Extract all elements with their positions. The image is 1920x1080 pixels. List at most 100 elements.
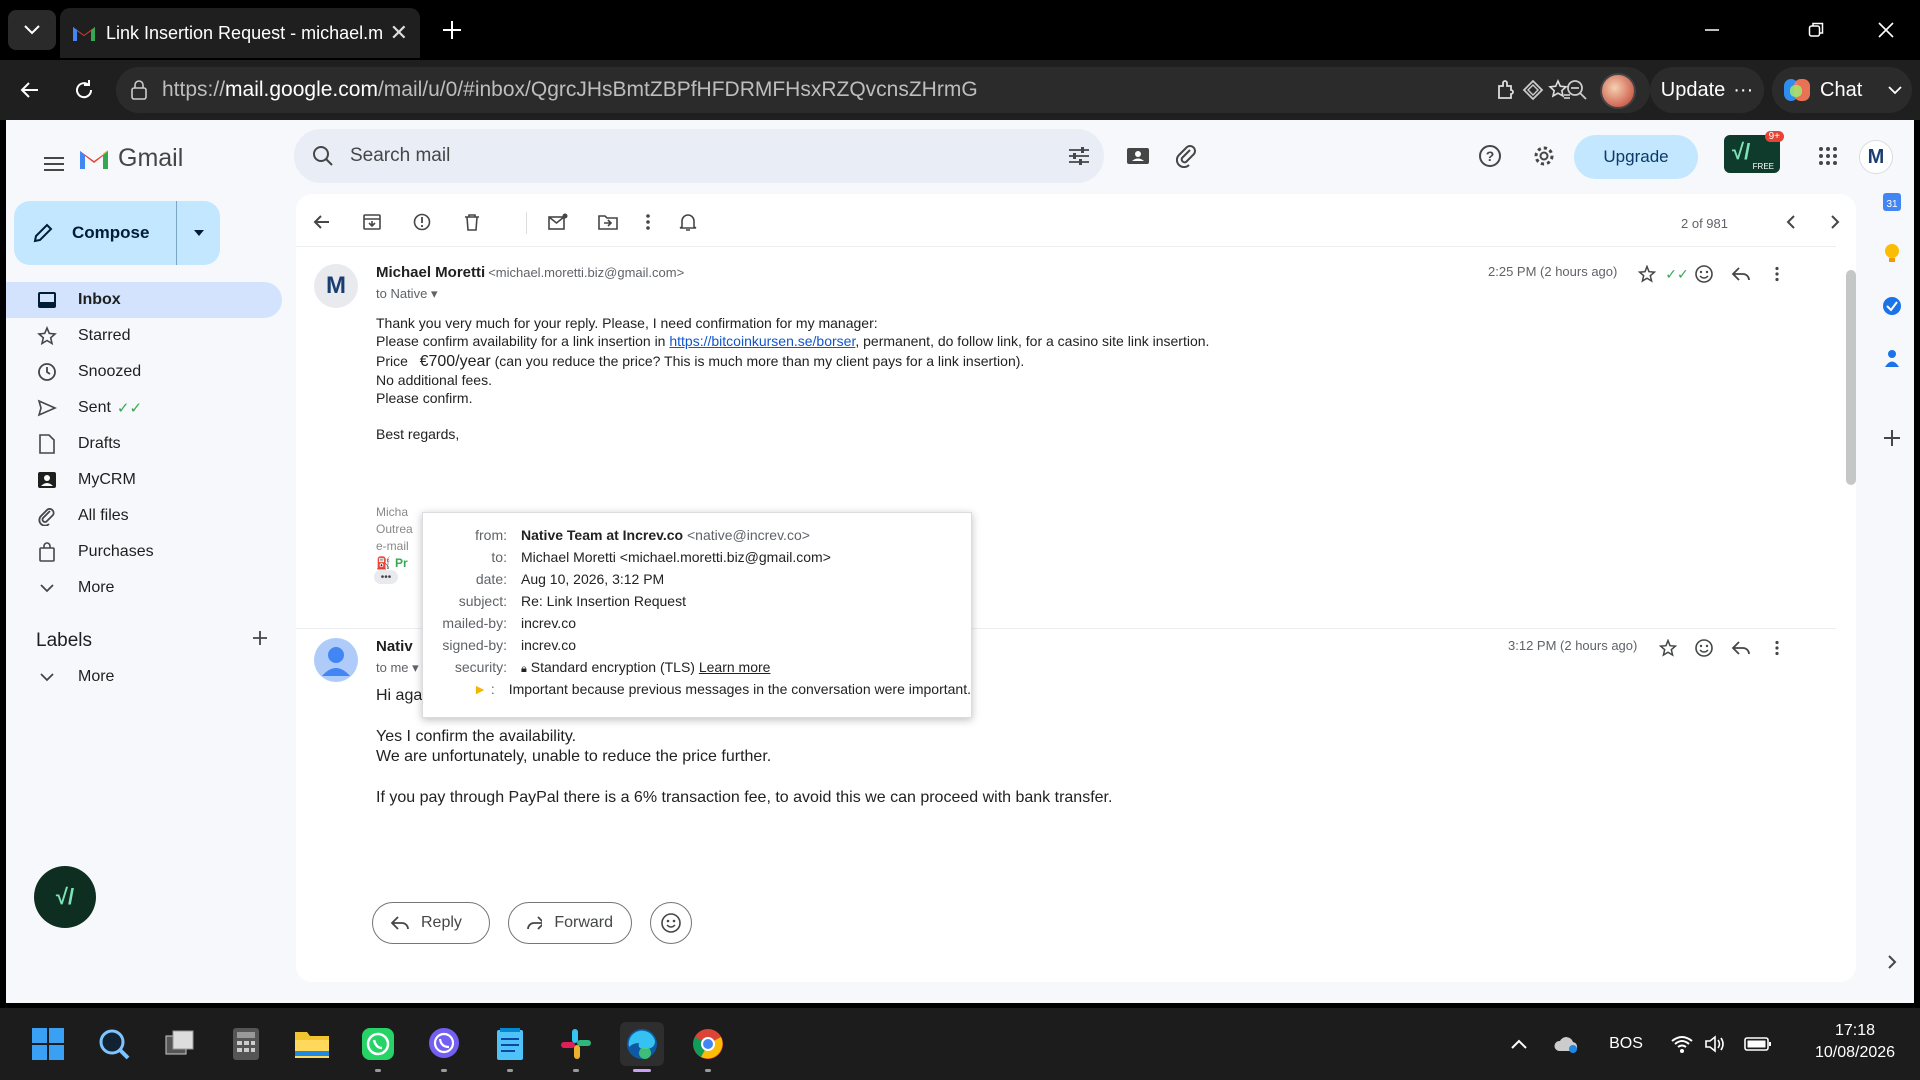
account-avatar[interactable]: M: [1859, 140, 1893, 174]
system-clock[interactable]: 17:18 10/08/2026: [1800, 1020, 1910, 1064]
caret-down-icon[interactable]: ▾: [431, 286, 438, 301]
battery-icon[interactable]: [1740, 1028, 1776, 1060]
sidebar-item-purchases[interactable]: Purchases: [6, 534, 282, 570]
close-window-button[interactable]: [1866, 12, 1906, 48]
more-options-button[interactable]: [634, 208, 662, 236]
extensions-button[interactable]: [1488, 72, 1524, 108]
get-addons-button[interactable]: [1872, 418, 1912, 458]
apps-button[interactable]: [1812, 140, 1844, 172]
emoji-react-icon[interactable]: [1692, 636, 1716, 660]
move-to-button[interactable]: [594, 208, 622, 236]
help-button[interactable]: ?: [1474, 140, 1506, 172]
chrome-app[interactable]: [686, 1022, 730, 1072]
reply-icon[interactable]: [1729, 262, 1753, 286]
contact-card-button[interactable]: [1122, 140, 1154, 172]
wifi-icon[interactable]: [1664, 1028, 1700, 1060]
show-hidden-icons-button[interactable]: [1504, 1028, 1534, 1060]
notepad-app[interactable]: [488, 1022, 532, 1072]
archive-button[interactable]: [358, 208, 386, 236]
url-field[interactable]: https://mail.google.com/mail/u/0/#inbox/…: [116, 67, 1650, 113]
tab-list-button[interactable]: [8, 10, 56, 50]
delete-button[interactable]: [458, 208, 486, 236]
notifications-button[interactable]: [674, 208, 702, 236]
onedrive-tray[interactable]: [1550, 1028, 1584, 1060]
gmail-logo[interactable]: Gmail: [78, 144, 183, 173]
learn-more-link[interactable]: Learn more: [699, 659, 771, 675]
keep-app-button[interactable]: [1872, 234, 1912, 274]
settings-button[interactable]: [1528, 140, 1560, 172]
sidebar-item-more[interactable]: More: [6, 570, 282, 606]
star-icon[interactable]: [1656, 636, 1680, 660]
newer-button[interactable]: [1777, 208, 1805, 236]
restore-button[interactable]: [1796, 12, 1836, 48]
show-trimmed-content-button[interactable]: •••: [374, 570, 398, 584]
edge-app[interactable]: [620, 1022, 664, 1072]
forward-button[interactable]: Forward: [508, 902, 632, 944]
mark-unread-button[interactable]: [544, 208, 572, 236]
sidebar-item-all-files[interactable]: All files: [6, 498, 282, 534]
sender-name[interactable]: Nativ: [376, 638, 413, 655]
tasks-app-button[interactable]: [1872, 286, 1912, 326]
search-taskbar-button[interactable]: [92, 1022, 136, 1066]
compose-dropdown[interactable]: [176, 201, 220, 265]
copilot-chat-button[interactable]: Chat: [1772, 67, 1912, 113]
recipient-line[interactable]: to Native ▾: [376, 286, 437, 302]
sidebar-item-inbox[interactable]: Inbox: [6, 282, 282, 318]
favorites-button[interactable]: [1542, 72, 1578, 108]
more-vert-icon[interactable]: [1765, 262, 1789, 286]
main-menu-button[interactable]: [34, 144, 74, 184]
sidebar-item-snoozed[interactable]: Snoozed: [6, 354, 282, 390]
recipient-line[interactable]: to me ▾: [376, 660, 419, 676]
chevron-down-icon: [24, 25, 40, 35]
start-button[interactable]: [26, 1022, 70, 1066]
viber-app[interactable]: [422, 1022, 466, 1072]
calculator-app[interactable]: [224, 1022, 268, 1066]
search-bar[interactable]: Search mail: [294, 129, 1104, 183]
minimize-button[interactable]: [1692, 12, 1732, 48]
file-explorer-app[interactable]: [290, 1022, 334, 1066]
add-label-icon[interactable]: [252, 630, 268, 652]
labels-more[interactable]: More: [36, 668, 114, 686]
search-input[interactable]: Search mail: [350, 145, 1068, 167]
reply-icon[interactable]: [1729, 636, 1753, 660]
caret-down-icon[interactable]: ▾: [412, 660, 419, 675]
thread-scrollbar[interactable]: [1846, 270, 1856, 485]
emoji-react-icon[interactable]: [1692, 262, 1716, 286]
more-vert-icon[interactable]: [1765, 636, 1789, 660]
sender-name[interactable]: Michael Moretti: [376, 264, 485, 281]
sidebar-item-mycrm[interactable]: MyCRM: [6, 462, 282, 498]
extension-badge[interactable]: √/ 9+ FREE: [1724, 131, 1784, 173]
sidebar-item-sent[interactable]: Sent ✓✓: [6, 390, 282, 426]
whatsapp-app[interactable]: [356, 1022, 400, 1072]
extension-fab[interactable]: √/: [34, 866, 96, 928]
reply-button[interactable]: Reply: [372, 902, 490, 944]
body-line: Yes I confirm the availability.: [376, 728, 577, 745]
task-view-button[interactable]: [158, 1022, 202, 1066]
older-button[interactable]: [1821, 208, 1849, 236]
new-tab-button[interactable]: [436, 14, 468, 46]
sidebar-item-starred[interactable]: Starred: [6, 318, 282, 354]
close-tab-icon[interactable]: ✕: [390, 20, 408, 46]
sidebar-item-drafts[interactable]: Drafts: [6, 426, 282, 462]
volume-icon[interactable]: [1700, 1028, 1730, 1060]
hide-panel-button[interactable]: [1872, 942, 1912, 982]
back-button[interactable]: [12, 72, 48, 108]
emoji-react-button[interactable]: [650, 902, 692, 944]
slack-app[interactable]: [554, 1022, 598, 1072]
update-button[interactable]: Update ···: [1650, 67, 1764, 113]
profile-avatar[interactable]: [1600, 73, 1636, 109]
report-spam-button[interactable]: [408, 208, 436, 236]
upgrade-button[interactable]: Upgrade: [1574, 135, 1698, 179]
calculator-icon: [233, 1028, 259, 1060]
lock-icon: 🔒︎: [521, 662, 527, 675]
language-indicator[interactable]: BOS: [1600, 1028, 1652, 1060]
compose-button[interactable]: Compose: [14, 201, 220, 265]
star-icon[interactable]: [1635, 262, 1659, 286]
browser-tab-active[interactable]: Link Insertion Request - michael.m ✕: [60, 8, 420, 58]
reload-button[interactable]: [66, 72, 102, 108]
attachment-button[interactable]: [1170, 140, 1202, 172]
back-to-inbox-button[interactable]: [308, 208, 336, 236]
calendar-app-button[interactable]: 31: [1872, 182, 1912, 222]
contacts-app-button[interactable]: [1872, 338, 1912, 378]
body-link[interactable]: https://bitcoinkursen.se/borser: [669, 333, 855, 349]
